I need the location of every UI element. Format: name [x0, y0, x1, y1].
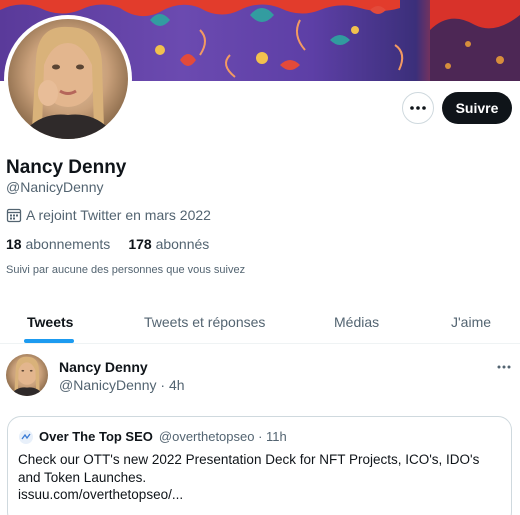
avatar-illustration	[18, 26, 118, 139]
tweet-meta: @NanicyDenny · 4h	[59, 377, 185, 393]
quoted-tweet-time: 11h	[266, 429, 287, 444]
tweet-more-button[interactable]	[494, 358, 514, 376]
followers-label: abonnés	[155, 236, 210, 252]
more-horizontal-icon	[497, 365, 511, 369]
tweet-author-handle[interactable]: @NanicyDenny	[59, 377, 156, 393]
joined-label: A rejoint Twitter en mars 2022	[26, 207, 211, 223]
followers-link[interactable]: 178 abonnés	[128, 236, 209, 252]
tab-likes[interactable]: J'aime	[451, 299, 491, 344]
quoted-tweet-text: Check our OTT's new 2022 Presentation De…	[18, 452, 480, 485]
following-count: 18	[6, 236, 22, 252]
tweet-author-name[interactable]: Nancy Denny	[59, 359, 148, 375]
calendar-icon	[6, 208, 22, 223]
tweet-time[interactable]: 4h	[169, 377, 185, 393]
more-horizontal-icon	[410, 106, 426, 110]
quoted-author-meta: @overthetopseo · 11h	[158, 429, 287, 444]
tweet-avatar-illustration	[9, 356, 45, 396]
avatar-image	[8, 19, 128, 139]
quoted-tweet-link[interactable]: issuu.com/overthetopseo/...	[18, 486, 498, 504]
tweet-avatar[interactable]	[6, 354, 48, 396]
tab-tweets-and-replies[interactable]: Tweets et réponses	[144, 299, 265, 344]
tab-media[interactable]: Médias	[334, 299, 379, 344]
quoted-tweet-body: Check our OTT's new 2022 Presentation De…	[18, 451, 498, 504]
quoted-author-name: Over The Top SEO	[39, 429, 153, 444]
profile-name: Nancy Denny	[6, 157, 127, 178]
joined-date: A rejoint Twitter en mars 2022	[6, 207, 211, 223]
following-link[interactable]: 18 abonnements	[6, 236, 110, 252]
follow-stats: 18 abonnements 178 abonnés	[6, 236, 209, 252]
quoted-tweet-card[interactable]: Over The Top SEO @overthetopseo · 11h Ch…	[7, 416, 512, 515]
followed-by-text: Suivi par aucune des personnes que vous …	[6, 264, 246, 276]
active-tab-indicator	[24, 339, 74, 343]
following-label: abonnements	[25, 236, 111, 252]
tab-tweets[interactable]: Tweets	[27, 299, 73, 344]
more-options-button[interactable]	[402, 92, 434, 124]
follow-button[interactable]: Suivre	[442, 92, 512, 124]
followers-count: 178	[128, 236, 152, 252]
profile-avatar[interactable]	[4, 15, 132, 143]
profile-tabs: Tweets Tweets et réponses Médias J'aime	[0, 299, 520, 344]
profile-handle: @NanicyDenny	[6, 179, 104, 195]
quoted-tweet-header: Over The Top SEO @overthetopseo · 11h	[19, 429, 287, 444]
quoted-author-avatar[interactable]	[19, 429, 33, 444]
ott-logo-icon	[21, 433, 31, 439]
quoted-author-handle: @overthetopseo	[158, 429, 255, 444]
